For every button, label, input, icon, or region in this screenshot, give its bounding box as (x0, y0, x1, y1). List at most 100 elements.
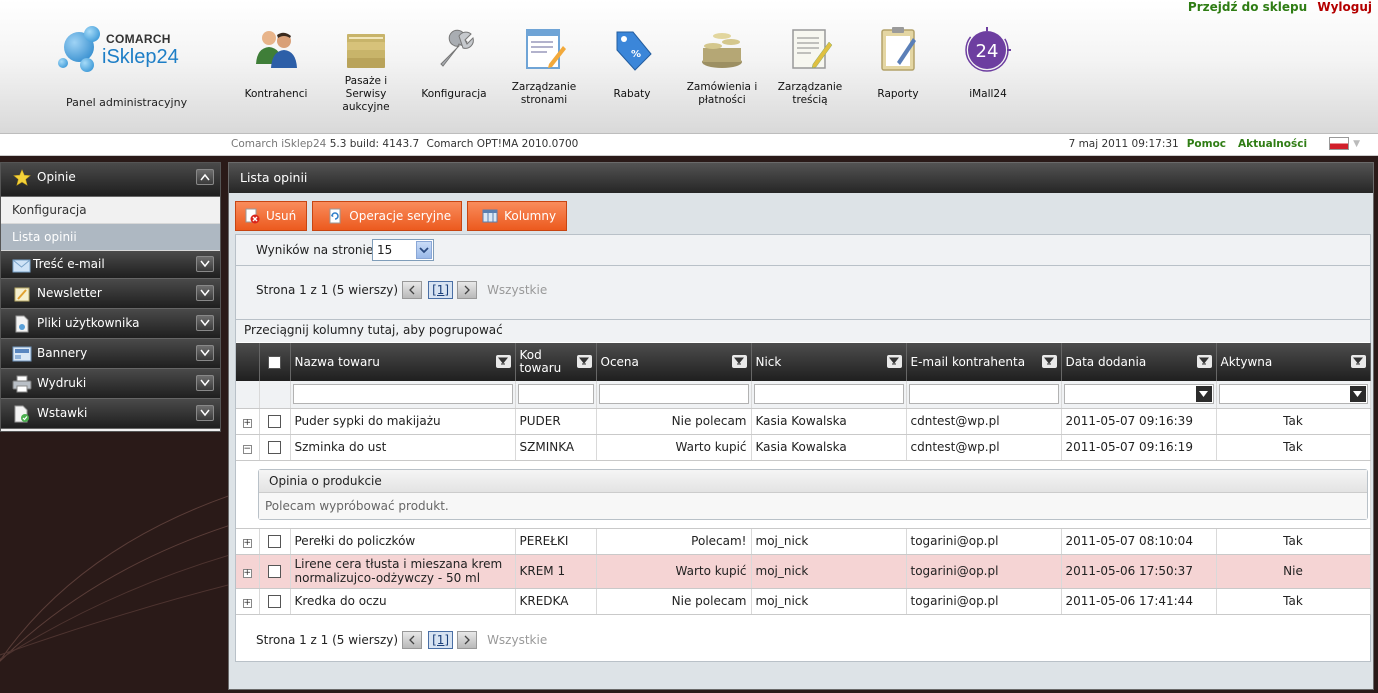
filter-dropdown-icon[interactable] (1350, 355, 1366, 368)
row-checkbox[interactable] (268, 441, 281, 454)
sidebar-section-tresc-email[interactable]: Treść e-mail (1, 251, 220, 279)
expand-row-icon[interactable]: + (242, 599, 252, 608)
cell-code: PEREŁKI (515, 528, 597, 555)
table-row-highlighted[interactable]: + Lirene cera tłusta i mieszana krem nor… (236, 554, 1371, 589)
row-checkbox[interactable] (268, 595, 281, 608)
nav-zarzadzanie-stronami[interactable]: Zarządzanie stronami (502, 20, 586, 110)
group-by-hint[interactable]: Przeciągnij kolumny tutaj, aby pogrupowa… (244, 323, 503, 337)
sidebar-section-bannery[interactable]: Bannery (1, 339, 220, 369)
filter-input-kod[interactable] (517, 384, 594, 405)
discount-tag-icon: % (616, 31, 652, 71)
filter-dropdown-icon[interactable] (1041, 355, 1057, 368)
filter-dropdown-icon[interactable] (886, 355, 902, 368)
filter-input-nick[interactable] (753, 384, 904, 405)
row-checkbox[interactable] (268, 565, 281, 578)
chevron-down-icon[interactable] (1349, 386, 1366, 403)
opinion-detail-title: Opinia o produkcie (259, 469, 1367, 493)
expand-icon[interactable] (196, 405, 214, 421)
nav-pasaze[interactable]: Pasaże i Serwisy aukcyjne (324, 20, 408, 113)
nav-imall24[interactable]: 24 iMall24 (946, 20, 1030, 110)
current-page-link[interactable]: [1] (428, 281, 454, 299)
current-page-link[interactable]: [1] (428, 631, 454, 649)
collapse-row-icon[interactable]: − (242, 445, 252, 454)
filter-input-data[interactable] (1063, 384, 1214, 405)
next-page-icon[interactable] (457, 281, 478, 299)
prev-page-icon[interactable] (402, 281, 423, 299)
filter-input-ocena[interactable] (598, 384, 749, 405)
column-header-aktywna[interactable]: Aktywna (1216, 343, 1371, 381)
column-header-data[interactable]: Data dodania (1061, 343, 1217, 381)
row-checkbox[interactable] (268, 535, 281, 548)
per-page-value: 15 (377, 243, 393, 257)
news-link[interactable]: Aktualności (1238, 138, 1307, 150)
language-dropdown-icon[interactable]: ▼ (1353, 139, 1360, 149)
expand-row-icon[interactable]: + (242, 419, 252, 428)
top-links: Przejdź do sklepu Wyloguj (1188, 0, 1372, 14)
nav-konfiguracja[interactable]: Konfiguracja (412, 20, 496, 110)
cell-name: Szminka do ust (290, 434, 516, 461)
filter-input-email[interactable] (908, 384, 1059, 405)
column-header-ocena[interactable]: Ocena (596, 343, 752, 381)
column-header-email[interactable]: E-mail kontrahenta (906, 343, 1062, 381)
chevron-down-icon[interactable] (416, 241, 432, 259)
expand-icon[interactable] (196, 256, 214, 272)
filter-dropdown-icon[interactable] (731, 355, 747, 368)
columns-button[interactable]: Kolumny (467, 201, 568, 231)
chevron-down-icon[interactable] (1195, 386, 1212, 403)
delete-button[interactable]: Usuń (235, 201, 308, 231)
table-row[interactable]: + Kredka do oczu KREDKA Nie polecam moj_… (236, 588, 1371, 615)
expand-icon[interactable] (196, 285, 214, 301)
sidebar-section-newsletter[interactable]: Newsletter (1, 279, 220, 309)
nav-raporty[interactable]: Raporty (856, 20, 940, 110)
expand-icon[interactable] (196, 375, 214, 391)
row-checkbox[interactable] (268, 415, 281, 428)
column-header-nick[interactable]: Nick (751, 343, 907, 381)
banner-icon (12, 346, 32, 362)
batch-operations-button[interactable]: Operacje seryjne (312, 201, 463, 231)
sidebar-section-wydruki[interactable]: Wydruki (1, 369, 220, 399)
expand-row-icon[interactable]: + (242, 539, 252, 548)
table-row[interactable]: − Szminka do ust SZMINKA Warto kupić Kas… (236, 434, 1371, 461)
show-all-link[interactable]: Wszystkie (487, 283, 547, 297)
nav-label: Raporty (877, 87, 919, 100)
cell-name: Lirene cera tłusta i mieszana krem norma… (290, 554, 516, 589)
go-to-shop-link[interactable]: Przejdź do sklepu (1188, 0, 1307, 14)
cell-code: SZMINKA (515, 434, 597, 461)
expand-icon[interactable] (196, 315, 214, 331)
table-row[interactable]: + Puder sypki do makijażu PUDER Nie pole… (236, 408, 1371, 435)
pager-info: Strona 1 z 1 (5 wierszy) (256, 633, 399, 647)
toolbar: Usuń Operacje seryjne Kolumny (235, 201, 568, 231)
filter-dropdown-icon[interactable] (495, 355, 511, 368)
collapse-icon[interactable] (196, 169, 214, 185)
expand-icon[interactable] (196, 345, 214, 361)
sidebar-section-wstawki[interactable]: Wstawki (1, 399, 220, 429)
show-all-link[interactable]: Wszystkie (487, 633, 547, 647)
sidebar-item-lista-opinii[interactable]: Lista opinii (1, 224, 220, 251)
help-link[interactable]: Pomoc (1187, 138, 1226, 150)
filter-input-nazwa[interactable] (292, 384, 513, 405)
filter-dropdown-icon[interactable] (1196, 355, 1212, 368)
sidebar-section-opinie[interactable]: Opinie (1, 163, 220, 197)
sidebar-section-pliki[interactable]: Pliki użytkownika (1, 309, 220, 339)
logout-link[interactable]: Wyloguj (1317, 0, 1372, 14)
comarch-logo[interactable]: COMARCH iSklep24 (58, 24, 188, 84)
nav-zamowienia[interactable]: Zamówienia i płatności (680, 20, 764, 110)
column-header-nazwa[interactable]: Nazwa towaru (290, 343, 516, 381)
nav-zarzadzanie-trescia[interactable]: Zarządzanie treścią (768, 20, 852, 110)
filter-dropdown-icon[interactable] (576, 355, 592, 368)
sidebar-item-konfiguracja[interactable]: Konfiguracja (1, 197, 220, 224)
per-page-select[interactable]: 15 (372, 239, 434, 261)
nav-rabaty[interactable]: % Rabaty (590, 20, 674, 110)
cell-rating: Nie polecam (596, 588, 752, 615)
select-all-checkbox[interactable] (268, 356, 281, 369)
polish-flag-icon[interactable] (1329, 137, 1350, 150)
expand-row-icon[interactable]: + (242, 569, 252, 578)
next-page-icon[interactable] (457, 631, 478, 649)
table-row[interactable]: + Perełki do policzków PEREŁKI Polecam! … (236, 528, 1371, 555)
prev-page-icon[interactable] (402, 631, 423, 649)
cell-code: KREM 1 (515, 554, 597, 589)
nav-kontrahenci[interactable]: Kontrahenci (234, 20, 318, 110)
column-header-kod[interactable]: Kod towaru (515, 343, 597, 381)
nav-label: Pasaże i Serwisy aukcyjne (342, 74, 390, 113)
filter-select-aktywna[interactable] (1218, 384, 1368, 405)
